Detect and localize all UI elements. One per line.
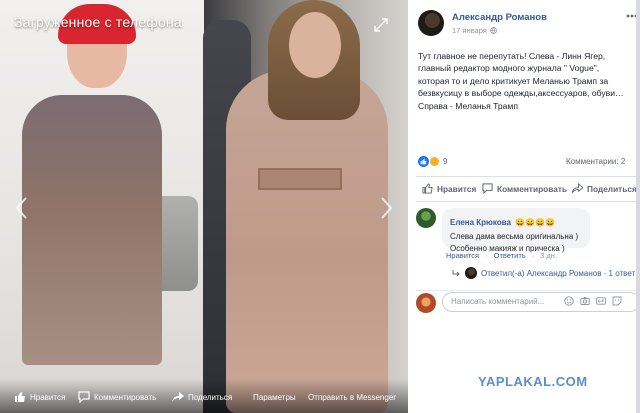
reactions-count: 9 xyxy=(443,157,448,166)
viewer-messenger-button[interactable]: Отправить в Messenger xyxy=(308,389,396,405)
comment-button-label: Комментировать xyxy=(497,183,567,194)
viewer-params-label: Параметры xyxy=(253,392,296,402)
viewer-action-bar: Нравится Комментировать Поделиться Парам… xyxy=(0,379,408,413)
comment-text-line-1: Слева дама весьма оригинальна ) xyxy=(450,232,579,241)
post-action-bar: Нравится Комментировать Поделиться xyxy=(416,176,637,202)
emoji-icon[interactable] xyxy=(564,296,574,306)
viewer-comment-label: Комментировать xyxy=(94,392,157,402)
comment-icon xyxy=(482,183,493,194)
photo-right-face xyxy=(289,12,341,78)
camera-icon[interactable] xyxy=(580,296,590,306)
reply-arrow-icon xyxy=(452,269,460,276)
globe-icon xyxy=(489,27,497,34)
composer-icons xyxy=(564,296,622,306)
site-watermark: YAPLAKAL.COM xyxy=(478,374,588,389)
comment-button[interactable]: Комментировать xyxy=(482,183,567,194)
gif-icon[interactable] xyxy=(596,296,606,306)
thumbs-up-icon xyxy=(15,392,25,402)
reactions-summary[interactable]: 9 xyxy=(418,156,447,167)
comment-time: 3 дн. xyxy=(540,251,558,260)
author-name[interactable]: Александр Романов xyxy=(452,12,547,23)
post-text: Тут главное не перепутать! Слева - Линн … xyxy=(418,51,624,111)
author-avatar[interactable] xyxy=(418,10,444,36)
current-user-avatar xyxy=(416,293,436,313)
viewer-like-button[interactable]: Нравится xyxy=(14,389,65,405)
comment-like-link[interactable]: Нравится xyxy=(446,251,479,260)
photo-belt xyxy=(258,168,342,190)
share-button[interactable]: Поделиться xyxy=(572,183,637,194)
photo-left-person xyxy=(22,95,162,365)
post-date-text: 17 января xyxy=(452,26,487,35)
commenter-name[interactable]: Елена Крюкова xyxy=(450,218,511,227)
viewer-share-label: Поделиться xyxy=(188,392,233,402)
replies-summary: Ответил(-а) Александр Романов · 1 ответ xyxy=(481,268,636,278)
post-panel: Александр Романов 17 января Тут главное … xyxy=(408,0,640,413)
reply-author-avatar xyxy=(465,267,477,279)
viewer-params-button[interactable]: Параметры xyxy=(253,389,296,405)
like-reaction-icon xyxy=(418,156,429,167)
comment-bubble: Елена Крюкова 😄😄😄😄 Слева дама весьма ори… xyxy=(442,208,590,253)
share-icon xyxy=(572,183,583,194)
album-title: Загруженное с телефона xyxy=(14,14,182,30)
photo-right-person xyxy=(226,70,388,413)
thumbs-up-icon xyxy=(422,183,433,194)
haha-reaction-icon xyxy=(429,156,440,167)
comment-icon xyxy=(78,391,90,403)
comments-count[interactable]: Комментарии: 2 xyxy=(566,157,625,166)
comment-meta: Нравится · Ответить · 3 дн. xyxy=(446,251,557,260)
expand-icon[interactable] xyxy=(374,18,388,32)
comment-reply-link[interactable]: Ответить xyxy=(494,251,526,260)
viewer-like-label: Нравится xyxy=(30,392,66,402)
like-button[interactable]: Нравится xyxy=(422,183,476,194)
sticker-icon[interactable] xyxy=(612,296,622,306)
photo-viewer: Загруженное с телефона Нравится Комменти… xyxy=(0,0,408,413)
like-button-label: Нравится xyxy=(437,183,477,194)
meta-separator: · xyxy=(485,251,488,260)
comment-composer: Написать комментарий... xyxy=(416,290,640,313)
commenter-avatar[interactable] xyxy=(416,208,436,228)
meta-separator: · xyxy=(531,251,535,260)
share-button-label: Поделиться xyxy=(587,183,637,194)
replies-link[interactable]: Ответил(-а) Александр Романов · 1 ответ xyxy=(452,266,636,280)
share-icon xyxy=(172,392,184,402)
chevron-right-icon[interactable] xyxy=(378,196,394,220)
chevron-left-icon[interactable] xyxy=(14,196,30,220)
post-date: 17 января xyxy=(452,26,497,35)
viewer-comment-button[interactable]: Комментировать xyxy=(78,389,156,405)
viewer-messenger-label: Отправить в Messenger xyxy=(308,392,396,402)
post-header: Александр Романов 17 января xyxy=(418,10,640,40)
viewer-share-button[interactable]: Поделиться xyxy=(172,389,232,405)
comment-emoji: 😄😄😄😄 xyxy=(515,218,556,227)
right-edge-border xyxy=(636,0,640,413)
